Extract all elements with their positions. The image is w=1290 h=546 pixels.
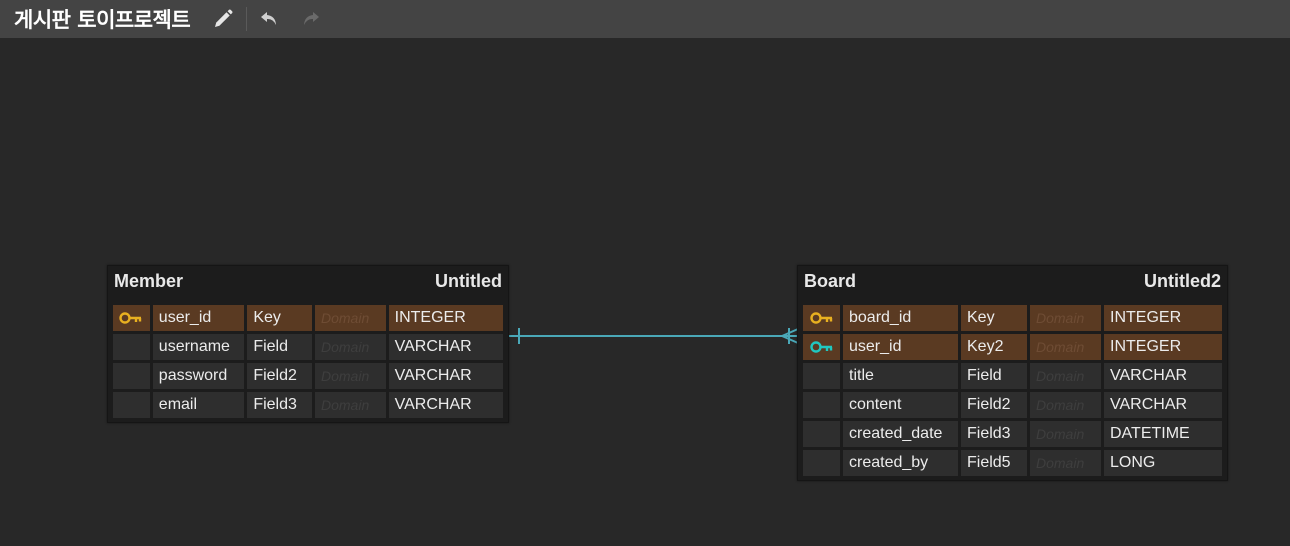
- table-header[interactable]: Board Untitled2: [798, 266, 1227, 296]
- column-name: created_date: [843, 421, 958, 447]
- key-cell: [803, 363, 840, 389]
- column-row[interactable]: created_by Field5 Domain LONG: [803, 450, 1222, 476]
- domain: Domain: [1030, 392, 1101, 418]
- primary-key-icon: [809, 312, 832, 324]
- domain: Domain: [1030, 334, 1101, 360]
- column-name: title: [843, 363, 958, 389]
- data-type: VARCHAR: [388, 334, 504, 360]
- data-type: INTEGER: [388, 305, 504, 331]
- key-cell: [803, 421, 840, 447]
- domain: Domain: [1030, 421, 1101, 447]
- key-cell: [113, 334, 150, 360]
- data-type: VARCHAR: [1104, 392, 1222, 418]
- logical-name: Field: [247, 334, 312, 360]
- column-row[interactable]: user_id Key2 Domain INTEGER: [803, 334, 1222, 360]
- data-type: INTEGER: [1104, 334, 1222, 360]
- redo-button[interactable]: [298, 6, 324, 32]
- domain: Domain: [314, 334, 386, 360]
- domain: Domain: [314, 305, 386, 331]
- domain: Domain: [1030, 450, 1101, 476]
- logical-name: Field3: [247, 392, 312, 418]
- column-name: email: [152, 392, 245, 418]
- domain: Domain: [314, 392, 386, 418]
- column-row[interactable]: email Field3 Domain VARCHAR: [113, 392, 504, 418]
- erd-canvas[interactable]: Member Untitled user_id Key Domain INTEG…: [0, 38, 1290, 546]
- key-cell: [803, 450, 840, 476]
- column-list: board_id Key Domain INTEGER user_id Key2…: [798, 296, 1227, 482]
- top-bar: 게시판 토이프로젝트: [0, 0, 1290, 38]
- key-cell: [113, 363, 150, 389]
- logical-name: Field: [961, 363, 1027, 389]
- key-cell: [803, 334, 840, 360]
- logical-name: Field2: [961, 392, 1027, 418]
- data-type: LONG: [1104, 450, 1222, 476]
- column-row[interactable]: user_id Key Domain INTEGER: [113, 305, 504, 331]
- key-cell: [803, 305, 840, 331]
- column-list: user_id Key Domain INTEGER username Fiel…: [108, 296, 508, 424]
- table-logical-name: Untitled: [435, 270, 502, 291]
- foreign-key-icon: [809, 341, 832, 353]
- undo-button[interactable]: [256, 6, 282, 32]
- logical-name: Field2: [247, 363, 312, 389]
- redo-icon: [304, 12, 320, 25]
- table-member[interactable]: Member Untitled user_id Key Domain INTEG…: [107, 265, 509, 423]
- table-board[interactable]: Board Untitled2 board_id Key Domain INTE…: [797, 265, 1228, 481]
- key-cell: [113, 392, 150, 418]
- toolbar-divider: [246, 7, 248, 31]
- domain: Domain: [1030, 363, 1101, 389]
- column-name: created_by: [843, 450, 958, 476]
- column-row[interactable]: created_date Field3 Domain DATETIME: [803, 421, 1222, 447]
- column-name: password: [152, 363, 245, 389]
- data-type: VARCHAR: [1104, 363, 1222, 389]
- primary-key-icon: [119, 312, 142, 324]
- undo-icon: [261, 12, 277, 25]
- key-cell: [803, 392, 840, 418]
- column-name: content: [843, 392, 958, 418]
- logical-name: Key2: [961, 334, 1027, 360]
- table-header[interactable]: Member Untitled: [108, 266, 508, 296]
- column-row[interactable]: title Field Domain VARCHAR: [803, 363, 1222, 389]
- data-type: VARCHAR: [388, 392, 504, 418]
- logical-name: Field5: [961, 450, 1027, 476]
- data-type: DATETIME: [1104, 421, 1222, 447]
- column-row[interactable]: board_id Key Domain INTEGER: [803, 305, 1222, 331]
- column-row[interactable]: username Field Domain VARCHAR: [113, 334, 504, 360]
- key-cell: [113, 305, 150, 331]
- data-type: INTEGER: [1104, 305, 1222, 331]
- logical-name: Field3: [961, 421, 1027, 447]
- column-row[interactable]: content Field2 Domain VARCHAR: [803, 392, 1222, 418]
- column-name: board_id: [843, 305, 958, 331]
- edit-title-button[interactable]: [210, 6, 236, 32]
- column-name: username: [152, 334, 245, 360]
- domain: Domain: [1030, 305, 1101, 331]
- domain: Domain: [314, 363, 386, 389]
- project-title: 게시판 토이프로젝트: [14, 8, 191, 32]
- data-type: VARCHAR: [388, 363, 504, 389]
- column-row[interactable]: password Field2 Domain VARCHAR: [113, 363, 504, 389]
- pencil-icon: [215, 9, 233, 27]
- logical-name: Key: [247, 305, 312, 331]
- table-name: Board: [804, 270, 857, 291]
- column-name: user_id: [843, 334, 958, 360]
- table-name: Member: [114, 270, 184, 291]
- table-logical-name: Untitled2: [1143, 270, 1221, 291]
- logical-name: Key: [961, 305, 1027, 331]
- column-name: user_id: [152, 305, 245, 331]
